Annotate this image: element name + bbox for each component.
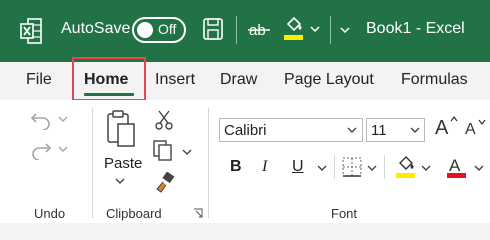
underline-dropdown-icon[interactable] [317, 164, 327, 172]
font-size-dropdown[interactable]: 11 [366, 118, 425, 142]
font-name-dropdown[interactable]: Calibri [219, 118, 363, 142]
tab-formulas[interactable]: Formulas [401, 71, 468, 89]
fill-color-icon[interactable] [283, 14, 305, 42]
title-bar: AutoSave Off ab Book1 - Excel [0, 0, 490, 62]
document-title: Book1 - Excel [366, 20, 465, 37]
save-icon[interactable] [203, 18, 223, 40]
autosave-label: AutoSave [61, 20, 131, 37]
svg-text:A: A [465, 121, 476, 137]
autosave-toggle[interactable]: Off [132, 17, 186, 43]
undo-group-label: Undo [34, 206, 66, 221]
font-color-icon[interactable]: A [446, 154, 468, 180]
redo-dropdown-icon[interactable] [58, 145, 68, 153]
tab-draw[interactable]: Draw [220, 71, 257, 89]
borders-dropdown-icon[interactable] [367, 164, 377, 172]
tab-page-layout[interactable]: Page Layout [284, 71, 374, 89]
dialog-launcher-icon[interactable] [193, 208, 203, 218]
fill-color-dropdown-icon[interactable] [421, 164, 431, 172]
toggle-knob [137, 22, 153, 38]
font-divider [334, 155, 335, 179]
bold-button[interactable]: B [230, 158, 242, 176]
tab-file[interactable]: File [26, 71, 52, 89]
tab-focus-highlight [72, 57, 146, 101]
strikethrough-icon[interactable]: ab [248, 20, 272, 40]
group-divider [92, 108, 93, 218]
undo-dropdown-icon[interactable] [58, 115, 68, 123]
paste-icon[interactable] [106, 108, 136, 148]
paste-dropdown-icon[interactable] [115, 177, 125, 185]
borders-icon[interactable] [342, 157, 362, 177]
copy-icon[interactable] [153, 140, 173, 162]
group-divider [208, 108, 209, 218]
underline-button[interactable]: U [292, 158, 304, 176]
fill-color-icon[interactable] [395, 154, 417, 180]
decrease-font-size-icon[interactable]: A [464, 117, 488, 137]
format-painter-icon[interactable] [154, 172, 176, 194]
font-size-value: 11 [371, 122, 387, 139]
paste-label[interactable]: Paste [104, 155, 142, 172]
font-color-dropdown-icon[interactable] [474, 164, 484, 172]
svg-text:A: A [435, 117, 449, 137]
chevron-down-icon[interactable] [310, 25, 320, 33]
font-name-value: Calibri [224, 122, 267, 139]
tab-insert[interactable]: Insert [155, 71, 195, 89]
excel-logo-icon [20, 18, 42, 44]
chevron-down-icon [410, 127, 420, 133]
italic-button[interactable]: I [262, 158, 267, 176]
copy-dropdown-icon[interactable] [182, 148, 192, 156]
increase-font-size-icon[interactable]: A [434, 115, 460, 137]
cut-icon[interactable] [155, 110, 173, 130]
clipboard-group-label: Clipboard [106, 206, 162, 221]
chevron-down-icon [347, 127, 357, 133]
font-divider [384, 155, 385, 179]
titlebar-separator [236, 16, 237, 44]
svg-text:A: A [449, 156, 461, 175]
customize-toolbar-icon[interactable] [340, 25, 350, 35]
undo-icon[interactable] [30, 110, 52, 130]
redo-icon[interactable] [30, 140, 52, 160]
font-group-label: Font [331, 206, 358, 221]
ribbon-home: Undo Paste Clipboard Calibri 11 A A B I … [0, 100, 490, 223]
titlebar-separator [330, 16, 331, 44]
toggle-state-label: Off [158, 21, 177, 37]
